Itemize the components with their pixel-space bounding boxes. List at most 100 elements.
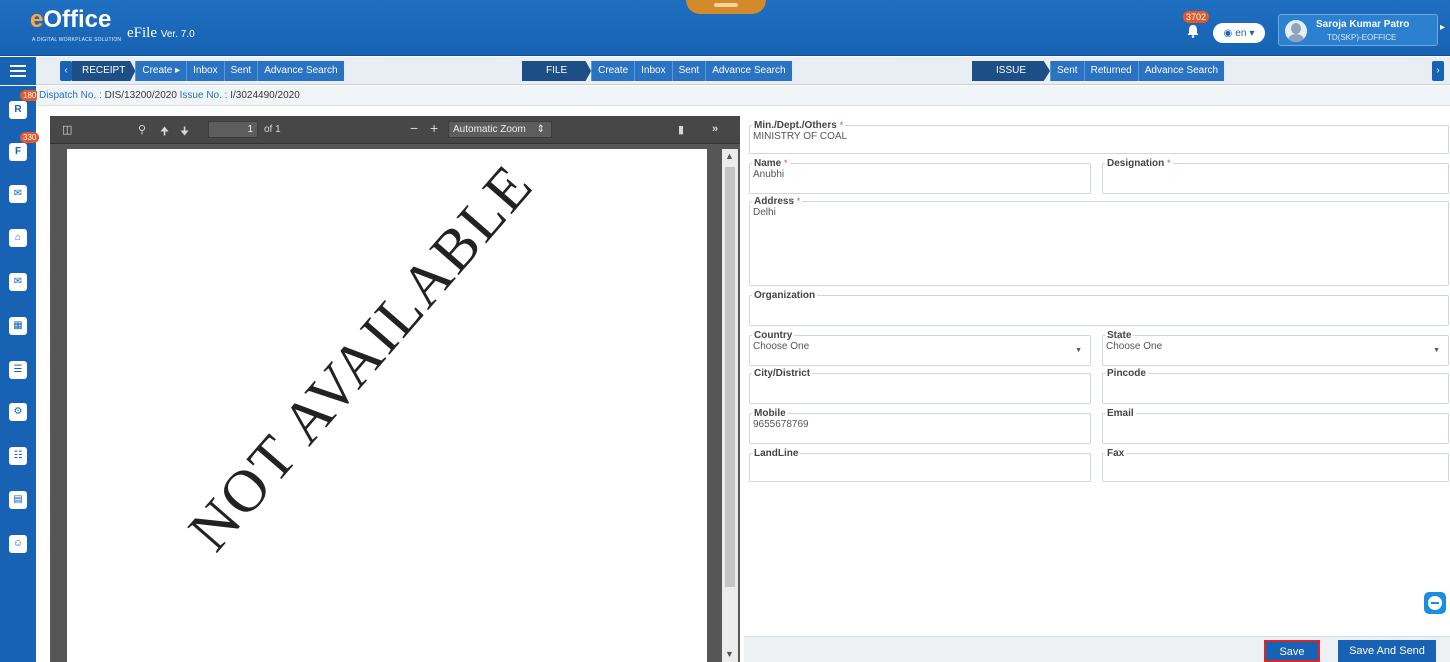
receipt-inbox[interactable]: Inbox [186,61,224,81]
dispatch-no-label: Dispatch No. : [39,90,102,101]
file-group: FILE Create Inbox Sent Advance Search [522,61,792,81]
state-value: Choose One [1106,341,1163,352]
address-label: Address * [754,196,801,207]
receipt-sent[interactable]: Sent [223,61,258,81]
ministry-label: Min./Dept./Others * [754,120,844,131]
home-icon[interactable]: ⌂ [6,226,30,250]
file-create[interactable]: Create [591,61,635,81]
page-total: of 1 [264,124,281,135]
not-available-watermark: NOT AVAILABLE [175,151,546,563]
logo-e: e [30,6,44,33]
toolbar-scroll-left-icon[interactable]: ‹ [60,61,72,81]
globe-icon: ◉ [1223,27,1233,39]
search-icon[interactable]: ⚲ [138,123,146,136]
save-and-send-button[interactable]: Save And Send [1338,640,1436,662]
settings-icon[interactable]: ⚙ [6,400,30,424]
user-designation: TD(SKP)-EOFFICE [1327,33,1397,42]
remote-support-icon[interactable] [1424,592,1446,614]
logo-office: Office [43,6,112,33]
receipt-create[interactable]: Create ▸ [135,61,187,81]
pdf-viewer: ◫ ⚲ 🠉 🠋 1 of 1 − + Automatic Zoom ⇕ ▮ » … [50,116,740,662]
email-label: Email [1107,408,1134,419]
file-sent[interactable]: Sent [671,61,706,81]
user-name: Saroja Kumar Patro [1316,19,1410,30]
file-icon[interactable]: F 330 [6,132,40,164]
reports-icon[interactable]: ☷ [6,444,30,468]
icon-glyph: ▤ [13,494,23,505]
pincode-label: Pincode [1107,368,1146,379]
app-version: Ver. 7.0 [160,29,195,40]
save-button[interactable]: Save [1264,640,1320,662]
country-select[interactable]: Country Choose One ▼ [749,330,1091,366]
mobile-field[interactable]: Mobile 9655678769 [749,408,1091,444]
icon-glyph: ▦ [13,320,23,331]
icon-glyph: ☺ [12,538,24,549]
fax-field[interactable]: Fax [1102,448,1449,482]
dispatch-icon[interactable]: ✉ [6,182,30,206]
logo-tagline: A DIGITAL WORKPLACE SOLUTION [32,37,122,43]
previous-page-icon[interactable]: 🠉 [160,123,169,142]
file-advance-search[interactable]: Advance Search [705,61,792,81]
user-menu[interactable]: Saroja Kumar Patro TD(SKP)-EOFFICE [1278,14,1438,46]
issue-advance-search[interactable]: Advance Search [1137,61,1225,81]
issue-sent[interactable]: Sent [1050,61,1084,81]
users-icon[interactable]: ☺ [6,532,30,556]
documents-icon[interactable]: ☰ [6,358,30,382]
icon-glyph: R [14,104,22,115]
pincode-field[interactable]: Pincode [1102,368,1449,404]
state-label: State [1107,330,1132,341]
city-field[interactable]: City/District [749,368,1091,404]
scroll-down-icon[interactable]: ▼ [725,649,734,659]
designation-field[interactable]: Designation * [1102,158,1449,194]
contacts-icon[interactable]: ▦ [6,314,30,338]
toolbar-scroll-right-icon[interactable]: › [1432,61,1444,81]
tools-menu-icon[interactable]: » [712,123,718,135]
icon-glyph: ⌂ [14,232,22,243]
ministry-value: MINISTRY OF COAL [753,131,848,142]
sidebar-count-badge: 330 [20,132,40,143]
issue-group: ISSUE Sent Returned Advance Search [972,61,1225,81]
chevron-down-icon: ▼ [1433,347,1440,354]
file-inbox[interactable]: Inbox [634,61,672,81]
page-number-input[interactable]: 1 [208,121,258,138]
scroll-up-icon[interactable]: ▲ [725,151,734,161]
header-scroll-icon[interactable]: ▸ [1440,22,1448,34]
address-field[interactable]: Address * Delhi [749,196,1449,286]
icon-glyph: ⚙ [13,406,23,417]
next-page-icon[interactable]: 🠋 [180,123,189,142]
hamburger-menu-icon[interactable] [0,57,36,85]
organization-field[interactable]: Organization [749,290,1449,326]
issue-no-value: I/3024490/2020 [230,90,300,101]
issue-returned[interactable]: Returned [1083,61,1138,81]
issue-label[interactable]: ISSUE [972,61,1051,81]
name-label: Name * [754,158,788,169]
sidebar-toggle-icon[interactable]: ◫ [62,123,72,136]
pdf-scrollbar[interactable]: ▲ ▼ [722,149,738,662]
zoom-select[interactable]: Automatic Zoom ⇕ [448,121,552,138]
receipt-icon[interactable]: R 180 [6,90,40,122]
log-icon[interactable]: ▤ [6,488,30,512]
receipt-label[interactable]: RECEIPT [72,61,136,81]
file-label[interactable]: FILE [522,61,592,81]
name-field[interactable]: Name * Anubhi [749,158,1091,194]
top-pull-tab[interactable] [686,0,766,14]
ministry-field[interactable]: Min./Dept./Others * MINISTRY OF COAL [749,120,1449,154]
eoffice-logo[interactable]: eOffice A DIGITAL WORKPLACE SOLUTION [30,6,121,50]
state-select[interactable]: State Choose One ▼ [1102,330,1449,366]
email-field[interactable]: Email [1102,408,1449,444]
issue-no-label: Issue No. : [179,90,228,101]
avatar [1285,20,1307,42]
mobile-label: Mobile [754,408,786,419]
download-icon[interactable]: ▮ [678,123,684,136]
scrollbar-thumb[interactable] [725,167,735,587]
app-header: eOffice A DIGITAL WORKPLACE SOLUTION eFi… [0,0,1450,56]
bell-icon[interactable] [1186,24,1200,38]
mail-icon[interactable]: ✉ [6,270,30,294]
form-footer: Save Save And Send [744,636,1450,662]
language-selector[interactable]: ◉ en ▾ [1213,23,1265,43]
country-label: Country [754,330,793,341]
receipt-advance-search[interactable]: Advance Search [257,61,344,81]
landline-field[interactable]: LandLine [749,448,1091,482]
zoom-in-icon[interactable]: + [430,120,438,136]
zoom-out-icon[interactable]: − [410,120,418,136]
